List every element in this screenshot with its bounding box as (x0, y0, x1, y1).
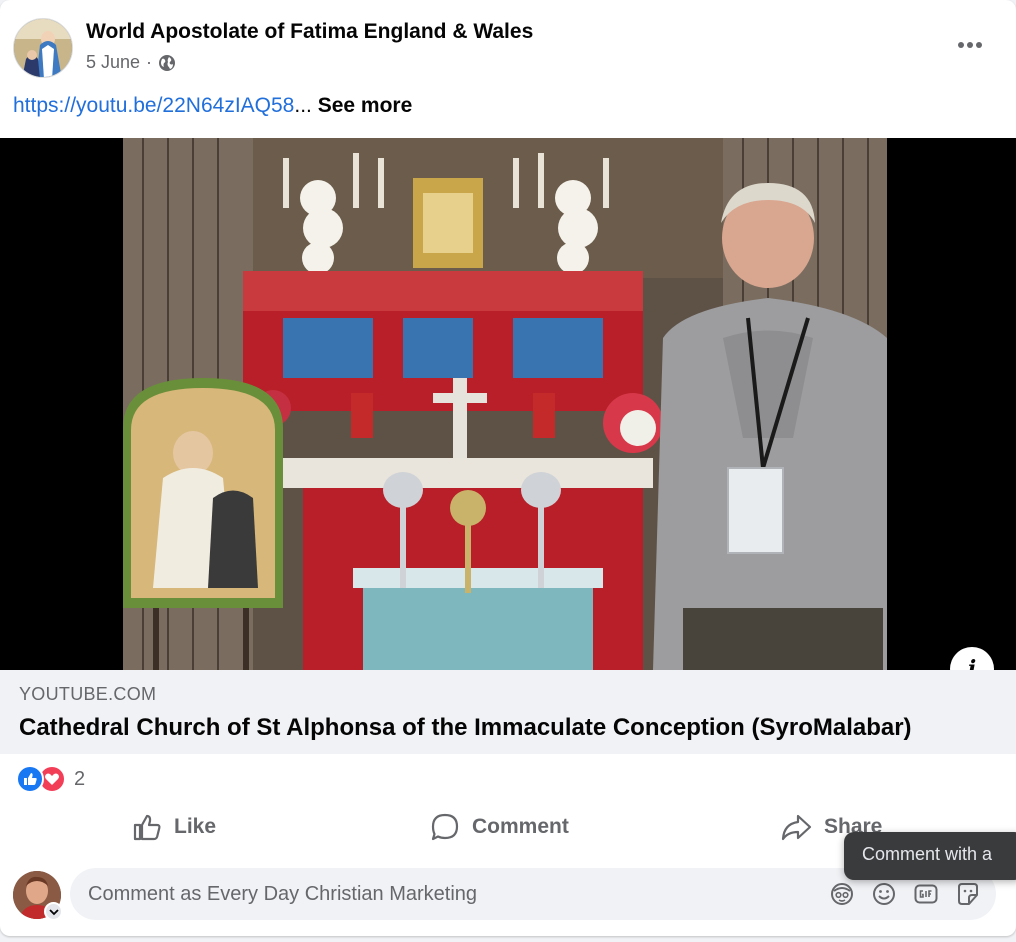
thumbs-up-icon (133, 814, 161, 841)
meta-separator: · (146, 52, 153, 72)
post-link[interactable]: https://youtu.be/22N64zIAQ58 (13, 94, 294, 117)
page-avatar[interactable] (13, 18, 73, 78)
emoji-icon[interactable] (870, 880, 898, 908)
globe-icon[interactable] (158, 54, 176, 72)
avatar-sticker-icon[interactable] (828, 880, 856, 908)
gif-icon[interactable] (912, 880, 940, 908)
post-date[interactable]: 5 June (86, 52, 140, 73)
post-card: World Apostolate of Fatima England & Wal… (0, 0, 1016, 936)
link-title[interactable]: Cathedral Church of St Alphonsa of the I… (19, 714, 912, 742)
post-text: https://youtu.be/22N64zIAQ58... See more (13, 94, 412, 118)
see-more-button[interactable]: See more (318, 94, 413, 117)
comment-placeholder: Comment as Every Day Christian Marketing (88, 883, 478, 905)
video-thumbnail[interactable] (0, 138, 1016, 670)
post-header: World Apostolate of Fatima England & Wal… (0, 0, 1016, 90)
sticker-icon[interactable] (954, 880, 982, 908)
like-reaction-icon (16, 765, 44, 793)
comment-button[interactable]: Comment (430, 810, 569, 844)
more-options-button[interactable] (950, 30, 990, 60)
more-dots-icon (958, 42, 982, 48)
like-button[interactable]: Like (132, 810, 216, 844)
reaction-count[interactable]: 2 (74, 768, 85, 791)
share-arrow-icon (781, 814, 812, 841)
comment-label: Comment (472, 815, 569, 838)
post-ellipsis: ... (294, 94, 312, 117)
comment-bubble-icon (431, 813, 459, 841)
post-meta: 5 June · (86, 52, 176, 73)
link-preview[interactable]: YOUTUBE.COM Cathedral Church of St Alpho… (0, 670, 1016, 754)
composer-icons (828, 880, 982, 908)
account-switch-chevron-icon[interactable] (44, 902, 63, 921)
comment-tooltip: Comment with a (844, 832, 1016, 880)
like-label: Like (174, 815, 217, 838)
link-domain: YOUTUBE.COM (19, 684, 157, 704)
thumbnail-image (123, 138, 887, 670)
page-name[interactable]: World Apostolate of Fatima England & Wal… (86, 20, 533, 44)
reaction-summary[interactable]: 2 (16, 765, 85, 793)
